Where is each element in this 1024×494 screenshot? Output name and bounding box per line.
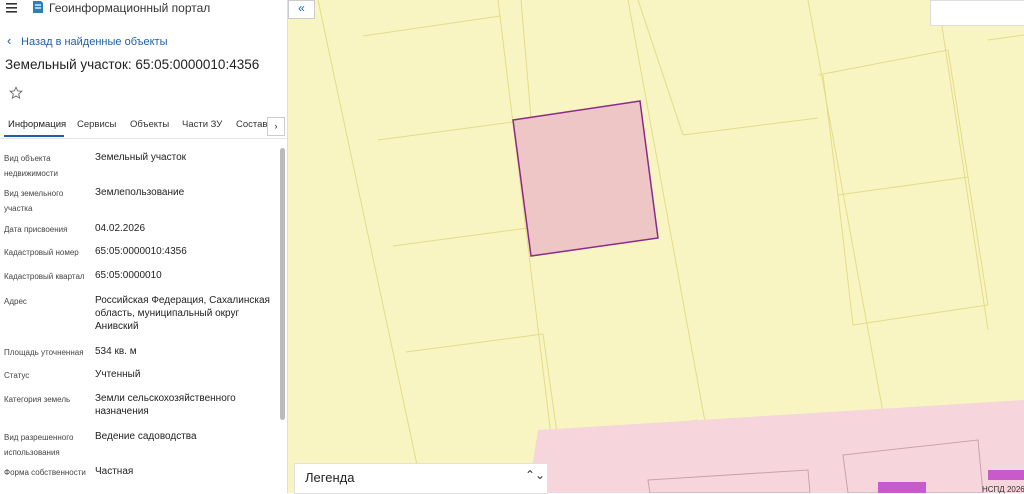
panel-scrollbar[interactable] xyxy=(280,148,285,420)
chevron-updown-icon: ⌃⌄ xyxy=(525,468,546,482)
portal-logo-icon xyxy=(33,1,43,13)
property-label: Категория земель xyxy=(4,395,71,404)
property-label: Адрес xyxy=(4,297,27,306)
selected-parcel[interactable] xyxy=(512,100,659,257)
tab-composition[interactable]: Состав xyxy=(236,119,267,130)
legend-dropdown[interactable]: Легенда ⌃⌄ xyxy=(294,463,548,494)
back-link-label: Назад в найденные объекты xyxy=(21,36,168,48)
info-panel: Геоинформационный портал ‹ Назад в найден… xyxy=(0,0,288,493)
building-block xyxy=(988,470,1024,480)
tab-parts[interactable]: Части ЗУ xyxy=(182,119,222,130)
tab-info[interactable]: Информация xyxy=(8,119,66,130)
tab-bar: Информация Сервисы Объекты Части ЗУ Сост… xyxy=(0,116,287,139)
property-label: Площадь уточненная xyxy=(4,348,84,357)
tabs-next-button[interactable]: › xyxy=(267,117,285,136)
property-label: Кадастровый квартал xyxy=(4,272,85,281)
tab-objects[interactable]: Объекты xyxy=(130,119,169,130)
map-canvas[interactable] xyxy=(288,0,1024,493)
active-tab-indicator xyxy=(4,135,64,137)
property-value: Земельный участок xyxy=(95,152,187,163)
property-value: 65:05:0000010:4356 xyxy=(95,246,187,257)
menu-icon[interactable] xyxy=(5,1,19,15)
app-title: Геоинформационный портал xyxy=(49,1,211,15)
property-label: Вид разрешенного использования xyxy=(4,433,74,457)
property-label: Дата присвоения xyxy=(4,225,68,234)
property-value: Российская Федерация, Сахалинская област… xyxy=(95,295,270,332)
property-label: Статус xyxy=(4,371,30,380)
property-value: Частная xyxy=(95,466,134,477)
property-value: 534 кв. м xyxy=(95,346,137,357)
property-value: 04.02.2026 xyxy=(95,223,146,234)
favorite-star-icon[interactable] xyxy=(9,86,23,100)
map-search-input[interactable] xyxy=(930,0,1024,26)
urban-zone xyxy=(528,400,1024,493)
legend-label: Легенда xyxy=(305,470,355,485)
property-value: Ведение садоводства xyxy=(95,431,197,442)
property-value: Учтенный xyxy=(95,369,141,380)
property-label: Вид объекта недвижимости xyxy=(4,154,58,178)
property-label: Вид земельного участка xyxy=(4,189,64,213)
property-value: 65:05:0000010 xyxy=(95,270,162,281)
map-view[interactable] xyxy=(288,0,1024,493)
property-label: Форма собственности xyxy=(4,468,86,477)
property-label: Кадастровый номер xyxy=(4,248,79,257)
collapse-panel-button[interactable]: « xyxy=(288,0,315,19)
page-title: Земельный участок: 65:05:0000010:4356 xyxy=(5,57,260,72)
tab-services[interactable]: Сервисы xyxy=(77,119,116,130)
property-value: Земли сельскохозяйственного назначения xyxy=(95,393,236,417)
chevron-left-icon: ‹ xyxy=(7,33,12,48)
top-bar: Геоинформационный портал xyxy=(0,0,287,18)
property-value: Землепользование xyxy=(95,187,185,198)
back-to-results-link[interactable]: ‹ Назад в найденные объекты xyxy=(7,33,168,48)
building-block xyxy=(878,482,926,493)
